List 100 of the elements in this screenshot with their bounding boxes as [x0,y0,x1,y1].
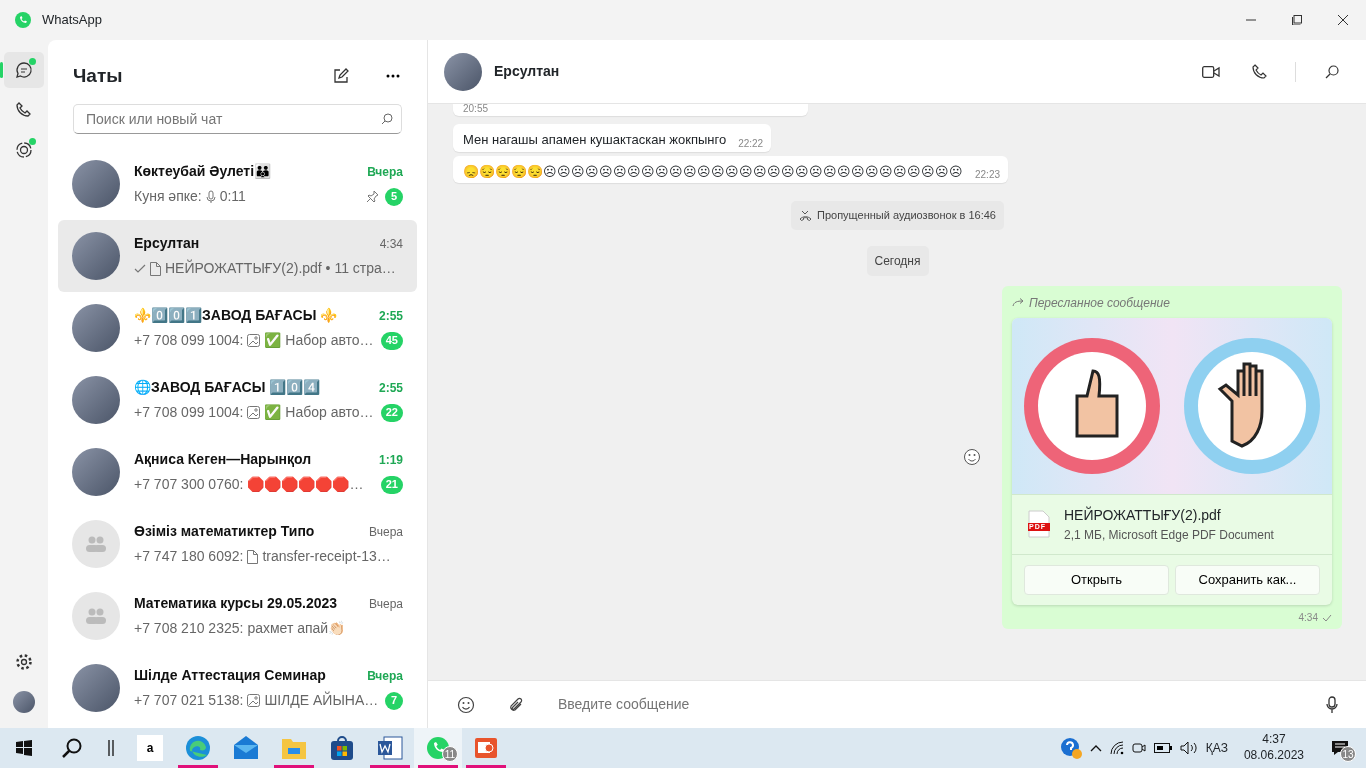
document-icon [247,549,259,564]
message-text: 😞😔😔😔😔☹☹☹☹☹☹☹☹☹☹☹☹☹☹☹☹☹☹☹☹☹☹☹☹☹☹☹☹☹☹ [463,162,963,181]
message-preview: рахмет апай👏🏻 [247,619,346,638]
clock-time[interactable]: 4:37 [1262,732,1286,748]
microphone-icon [205,189,216,204]
sender-name: +7 708 099 1004: [134,331,244,350]
search-input[interactable]: Поиск или новый чат [84,107,381,131]
message-preview: transfer-receipt-13… [262,547,391,566]
document-action-button[interactable]: Открыть [1024,564,1169,595]
message-preview: НЕЙРОЖАТТЫҒУ(2).pdf • 11 стра… [165,258,396,278]
chat-name: Өзіміз математиктер Типо [134,522,316,541]
contact-avatar[interactable] [444,52,482,91]
chat-time: Вчера [367,667,403,685]
chat-item[interactable]: Өзіміз математиктер Типо Вчера +7 747 180 6092: transfer-receipt-13… [58,508,417,580]
chat-time: 2:55 [378,379,403,397]
volume-icon [1179,741,1198,755]
status-icon [15,141,33,159]
message-preview: ШІЛДЕ АЙЫНА… [264,690,379,710]
more-icon [386,74,400,78]
file-name: НЕЙРОЖАТТЫҒУ(2).pdf [1064,505,1222,525]
unread-count: 22 [380,403,403,422]
chat-item[interactable]: Көктеубай Әулеті👪 Вчера Куня әпке: 0:11 5 [58,148,417,220]
chat-item[interactable]: ⚜0⃣0⃣1⃣ЗАВОД БАҒАСЫ ⚜ 2:55 +7 708 099 1004: ✅ Набор авто… 45 [58,292,417,364]
message-time: 4:34 [1298,612,1318,623]
chats-icon [15,61,33,79]
wifi-icon [1109,741,1124,755]
message-time: 22:23 [975,170,1001,181]
search-icon [62,738,82,758]
emoji-icon [457,695,475,714]
mail-app-icon [233,735,259,761]
document-action-button[interactable]: Сохранить как... [1175,564,1320,595]
maximize-icon [1292,15,1302,25]
contact-name: Ерсултан [494,62,561,81]
emoji-icon [963,448,981,467]
search-icon [1325,64,1339,79]
group-avatar-icon [85,536,107,552]
chat-item[interactable]: Ерсултан 4:34 НЕЙРОЖАТТЫҒУ(2).pdf • 11 стра… [58,220,417,292]
search-field[interactable]: Поиск или новый чат [73,104,402,134]
amazon-app-button[interactable]: a [126,728,174,768]
chat-time: Вчера [367,163,403,181]
image-icon [247,334,261,347]
document-icon [150,261,161,276]
app-badge: 11 [442,746,458,762]
sender-name: +7 707 021 5138: [134,691,244,710]
phone-icon [15,101,33,119]
unread-count: 21 [380,475,403,494]
unread-count: 5 [385,187,403,206]
clock-date[interactable]: 08.06.2023 [1243,748,1304,764]
word-app-icon [377,735,403,761]
phone-icon [1251,63,1267,80]
sender-name: +7 707 300 0760: [134,475,244,494]
chat-item[interactable]: Математика курсы 29.05.2023 Вчера +7 708 210 2325: рахмет апай👏🏻 [58,580,417,652]
group-avatar-icon [85,608,107,624]
presentation-app-icon [473,735,499,761]
microphone-icon [1326,695,1338,714]
message-composer[interactable]: Введите сообщение [428,680,1366,728]
camera-icon [1131,740,1146,756]
unread-count: 45 [380,331,403,350]
chat-item[interactable]: Ақниса Кеген—Нарынқол 1:19 +7 707 300 0760: 🛑🛑🛑🛑🛑🛑… 21 [58,436,417,508]
whatsapp-logo-icon [14,11,32,29]
sender-name: +7 708 210 2325: [134,619,244,638]
pencil-square-icon [333,68,349,84]
window-title: WhatsApp [42,11,102,30]
chevron-up-icon [1089,744,1102,752]
message-preview: ✅ Набор авто… [264,331,374,350]
file-details: 2,1 МБ, Microsoft Edge PDF Document [1064,526,1274,544]
image-icon [247,406,261,419]
message-time: 22:22 [738,138,764,149]
task-view-icon [108,740,114,756]
chat-item[interactable]: 🌐ЗАВОД БАҒАСЫ 1⃣0⃣4⃣ 2:55 +7 708 099 1004: ✅ Набор авто… 22 [58,364,417,436]
message-preview: ✅ Набор авто… [264,403,374,422]
chat-name: Математика курсы 29.05.2023 [134,594,339,613]
missed-call-text: Пропущенный аудиозвонок в 16:46 [817,208,996,224]
sender-name: +7 708 099 1004: [134,403,244,422]
chat-time: Вчера [369,523,403,541]
paperclip-icon [508,695,524,714]
video-camera-icon [1202,65,1220,78]
settings-icon [15,653,33,671]
chat-name: Шілде Аттестация Семинар [134,666,327,685]
battery-icon [1153,743,1172,753]
unread-count: 7 [385,691,403,710]
forward-arrow-icon [1012,298,1025,308]
chat-item[interactable]: Шілде Аттестация Семинар Вчера +7 707 021 5138: ШІЛДЕ АЙЫНА… 7 [58,652,417,724]
close-icon [1338,15,1348,25]
missed-call-icon [799,209,812,221]
chat-time: 4:34 [379,235,403,253]
chat-time: Вчера [369,595,403,613]
chat-time: 2:55 [378,307,403,325]
keyboard-language[interactable]: ҚАЗ [1205,739,1228,757]
image-icon [247,694,261,707]
pdf-file-icon [1028,510,1050,539]
chat-name: Көктеубай Әулеті👪 [134,162,273,181]
message-preview: 0:11 [219,187,246,206]
profile-avatar [13,691,35,713]
message-time: 20:55 [463,104,489,114]
sender-name: Куня әпке: [134,187,202,206]
notifications-button[interactable]: 13 [1320,728,1360,768]
help-icon [1059,737,1082,759]
amazon-app-icon: a [137,735,163,761]
whatsapp-app-button[interactable]: 11 [414,728,462,768]
